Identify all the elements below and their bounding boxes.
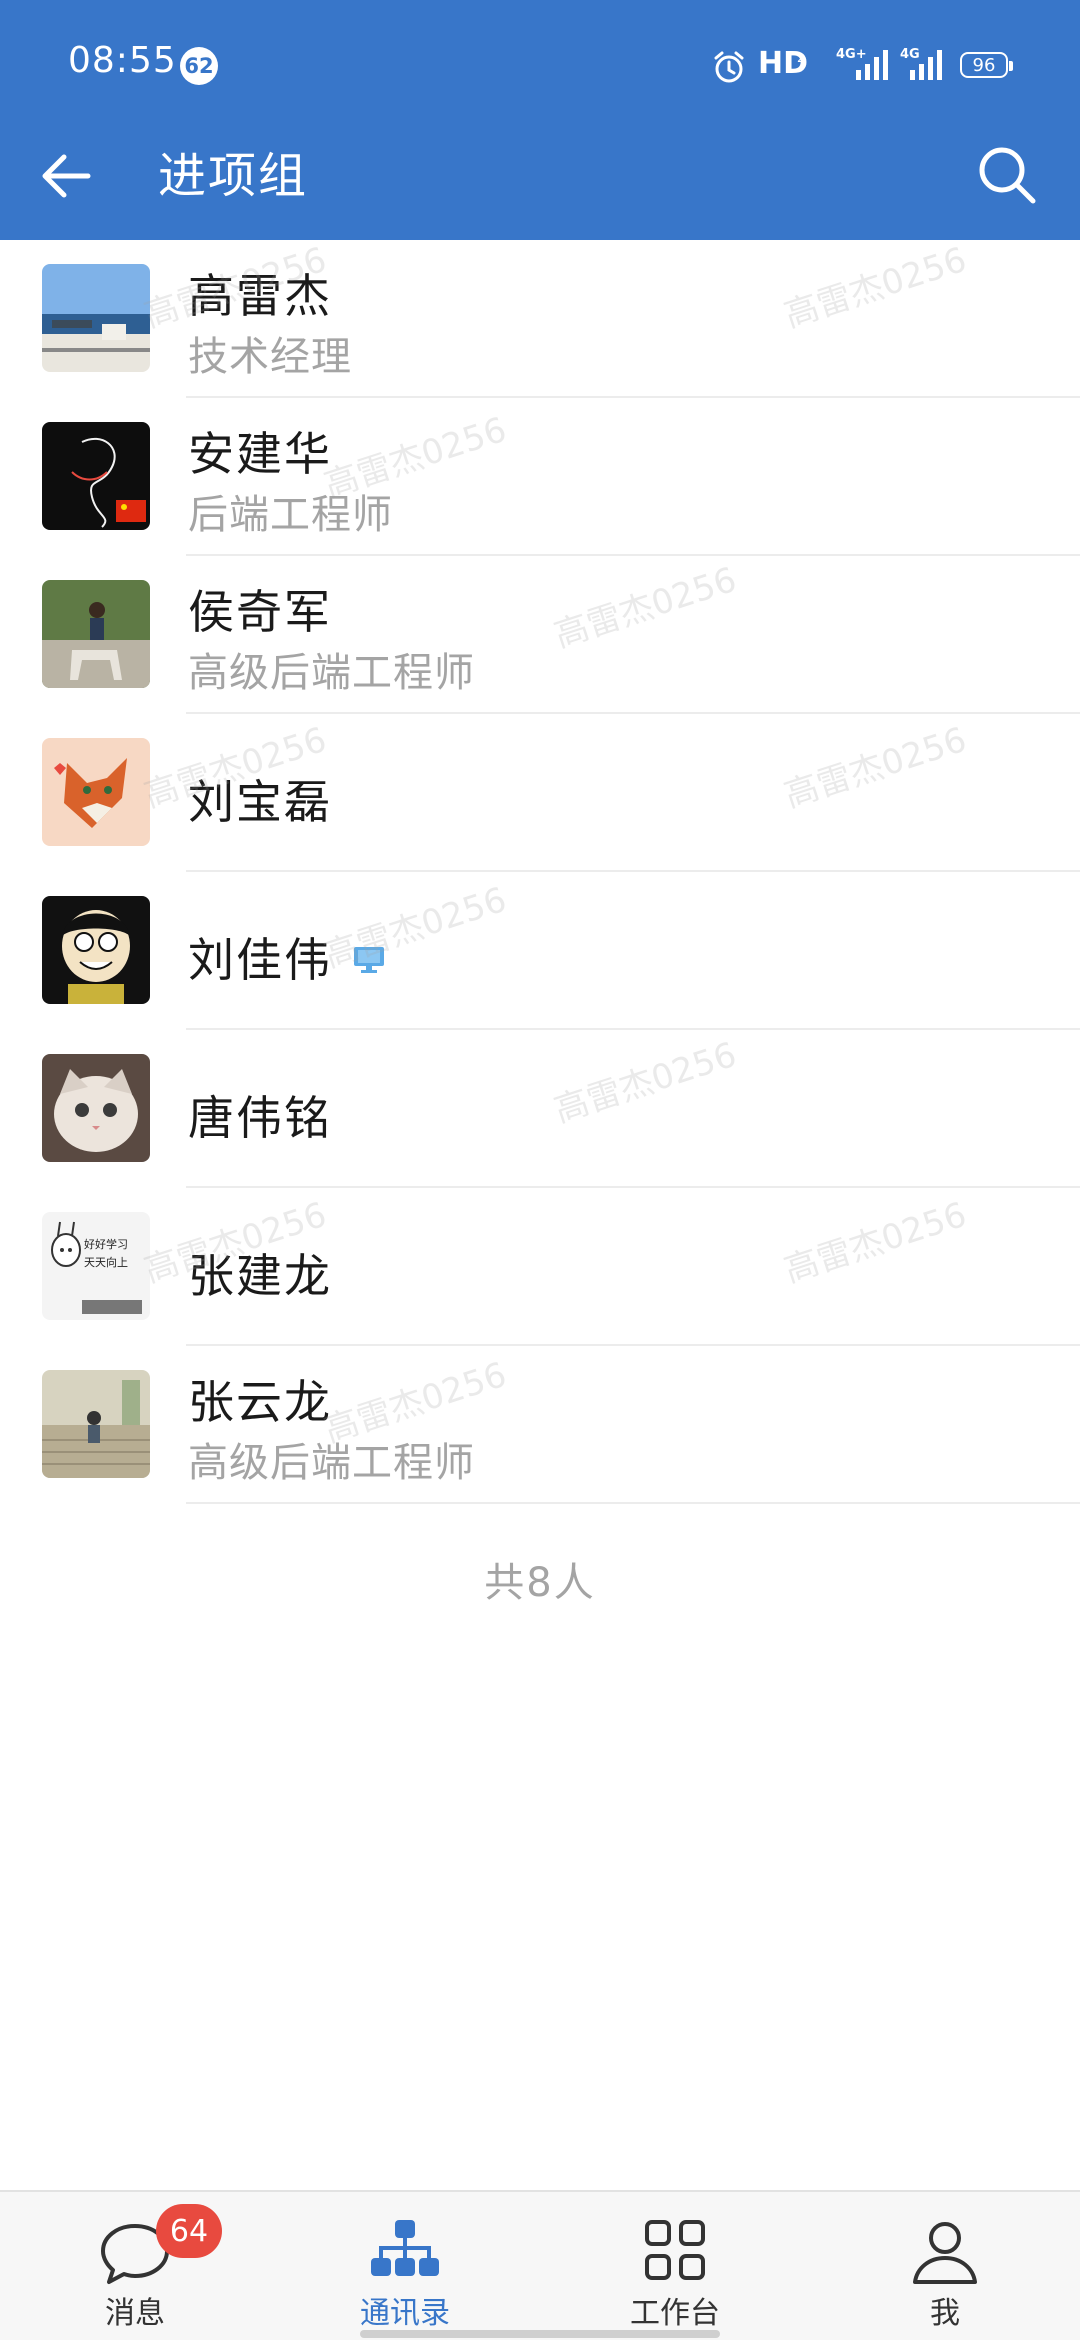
- horse-rider-avatar: [42, 580, 150, 688]
- nav-bar: 进项组: [0, 130, 1080, 240]
- tab-messages[interactable]: 64 消息: [0, 2192, 270, 2340]
- member-row[interactable]: 唐伟铭: [0, 1030, 1080, 1188]
- person-icon: [913, 2222, 977, 2284]
- back-arrow-icon[interactable]: [30, 140, 102, 212]
- member-name: 刘佳伟: [188, 924, 386, 990]
- home-indicator[interactable]: [360, 2330, 720, 2338]
- member-row[interactable]: 张云龙 高级后端工程师: [0, 1346, 1080, 1504]
- child-stairs-avatar: [42, 1370, 150, 1478]
- tab-label: 工作台: [630, 2296, 720, 2331]
- member-title: 后端工程师: [188, 492, 393, 538]
- tab-me[interactable]: 我: [810, 2192, 1080, 2340]
- page-title: 进项组: [158, 148, 309, 204]
- battery-icon: 96: [960, 52, 1013, 78]
- grid-apps-icon: [645, 2220, 705, 2280]
- unread-badge: 64: [156, 2204, 222, 2258]
- member-list: 高雷杰 技术经理 安建华 后端工程师 侯奇军 高级后端工程师 刘宝磊 刘佳伟 唐…: [0, 240, 1080, 1504]
- lake-photo-avatar: [42, 264, 150, 372]
- svg-text:4G: 4G: [900, 47, 920, 62]
- cat-avatar: [42, 1054, 150, 1162]
- rabbit-sticker-avatar: 好好学习 天天向上: [42, 1212, 150, 1320]
- member-row[interactable]: 刘宝磊: [0, 714, 1080, 872]
- member-title: 高级后端工程师: [188, 1440, 475, 1486]
- member-name: 高雷杰: [188, 269, 332, 323]
- cartoon-boy-avatar: [42, 896, 150, 1004]
- member-name: 刘宝磊: [188, 775, 332, 829]
- status-bar: 08:55 62 HD 2 4G+ 4G 96: [0, 0, 1080, 130]
- bottom-tab-bar: 64 消息 通讯录 工作台 我: [0, 2190, 1080, 2340]
- line-art-avatar: [42, 422, 150, 530]
- member-row[interactable]: 侯奇军 高级后端工程师: [0, 556, 1080, 714]
- desktop-online-icon: [354, 946, 384, 973]
- member-total-count: 共8人: [484, 1560, 596, 1606]
- status-time: 08:55: [68, 40, 177, 81]
- row-divider: [186, 1502, 1080, 1504]
- signal-4g-icon-2: 4G: [900, 47, 942, 80]
- member-title: 技术经理: [188, 334, 352, 380]
- tab-workbench[interactable]: 工作台: [540, 2192, 810, 2340]
- member-row[interactable]: 好好学习 天天向上 张建龙: [0, 1188, 1080, 1346]
- svg-text:4G+: 4G+: [836, 47, 867, 62]
- member-name: 侯奇军: [188, 585, 332, 639]
- member-name: 张建龙: [188, 1249, 332, 1303]
- member-name: 安建华: [188, 427, 332, 481]
- notification-count-badge: 62: [180, 47, 218, 85]
- tab-label: 通讯录: [360, 2296, 450, 2331]
- member-row[interactable]: 高雷杰 技术经理: [0, 240, 1080, 398]
- search-icon[interactable]: [970, 138, 1046, 214]
- fox-cartoon-avatar: [42, 738, 150, 846]
- hd-sim-number: 2: [797, 51, 805, 65]
- header: 08:55 62 HD 2 4G+ 4G 96 进项组: [0, 0, 1080, 240]
- sticker-text-line1: 好好学习: [84, 1237, 128, 1251]
- tab-contacts[interactable]: 通讯录: [270, 2192, 540, 2340]
- member-name: 唐伟铭: [188, 1091, 332, 1145]
- alarm-icon: [714, 51, 744, 83]
- member-title: 高级后端工程师: [188, 650, 475, 696]
- sticker-text-line2: 天天向上: [84, 1255, 128, 1269]
- member-name: 张云龙: [188, 1375, 332, 1429]
- member-name-text: 刘佳伟: [188, 933, 332, 987]
- tab-label: 消息: [105, 2296, 165, 2331]
- member-row[interactable]: 安建华 后端工程师: [0, 398, 1080, 556]
- member-row[interactable]: 刘佳伟: [0, 872, 1080, 1030]
- org-chart-icon: [371, 2220, 439, 2276]
- tab-label: 我: [930, 2296, 960, 2331]
- signal-4g-icon: 4G+: [836, 47, 888, 80]
